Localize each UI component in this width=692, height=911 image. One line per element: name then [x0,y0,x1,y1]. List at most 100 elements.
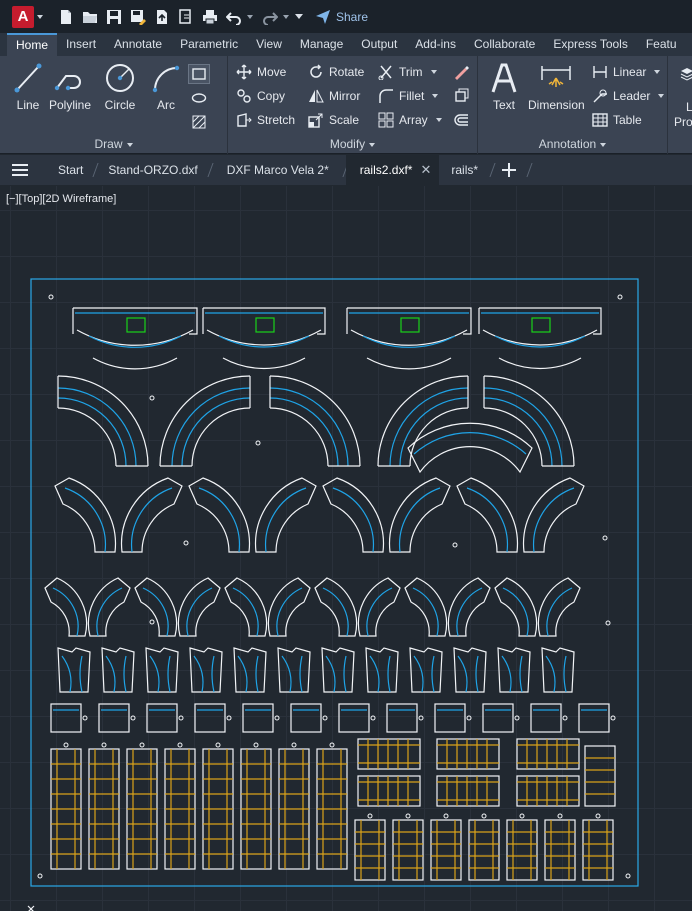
peg-marker[interactable] [610,715,616,721]
rail-line[interactable] [389,387,469,467]
arc-track-piece[interactable] [404,577,448,637]
straight-track-piece[interactable] [584,745,616,807]
rail-line[interactable] [501,655,512,693]
point-marker[interactable] [183,540,189,546]
rail-line[interactable] [398,487,441,553]
rail-line[interactable] [198,487,241,553]
rail-line[interactable] [325,655,336,693]
straight-track-piece[interactable] [436,775,500,807]
rail-line[interactable] [61,655,72,693]
layer-properties-icon[interactable] [676,64,692,84]
tab-express-tools[interactable]: Express Tools [544,33,636,56]
tab-dxf-marco-vela[interactable]: DXF Marco Vela 2* [211,155,345,185]
rail-line[interactable] [269,387,349,467]
array-dropdown-icon[interactable] [435,118,442,122]
peg-marker[interactable] [178,715,184,721]
arc-track-piece[interactable] [57,407,117,467]
peg-marker[interactable] [274,715,280,721]
polyline-button[interactable]: Polyline [44,62,96,112]
straight-track-piece[interactable] [354,819,386,881]
curved-track-piece[interactable] [346,307,472,335]
rail-line[interactable] [502,587,529,637]
point-marker[interactable] [48,294,54,300]
rail-line[interactable] [123,655,127,693]
tab-featured-apps[interactable]: Featu [637,33,686,56]
tab-collaborate[interactable]: Collaborate [465,33,544,56]
arc-track-piece[interactable] [314,577,358,637]
new-tab-plus-icon[interactable] [497,155,521,185]
explode-button[interactable] [450,86,472,106]
tab-rails2[interactable]: rails2.dxf* ✕ [345,155,440,185]
rail-line[interactable] [532,487,575,553]
rail-line[interactable] [343,655,347,693]
peg-marker[interactable] [514,715,520,721]
ellipse-button[interactable] [188,88,210,108]
dimension-button[interactable]: Dimension [528,62,585,112]
scale-button[interactable]: Scale [308,110,359,130]
draw-panel-title[interactable]: Draw [0,136,227,152]
short-track-piece[interactable] [189,647,223,693]
peg-marker[interactable] [226,715,232,721]
redo-dropdown-icon[interactable] [283,14,289,19]
curved-track-piece[interactable] [72,307,198,335]
straight-track-piece[interactable] [98,703,130,733]
arc-track-piece[interactable] [224,577,268,637]
hatch-button[interactable] [188,112,210,132]
offset-button[interactable] [450,110,472,130]
tab-add-ins[interactable]: Add-ins [406,33,465,56]
arc-track-piece[interactable] [322,477,385,553]
arc-track-piece[interactable] [254,477,317,553]
rail-line[interactable] [299,655,303,693]
arc-track-piece[interactable] [120,477,183,553]
peg-marker[interactable] [405,813,411,819]
rail-line[interactable] [186,587,213,637]
rail-line[interactable] [457,655,468,693]
trim-button[interactable]: Trim [378,62,437,82]
peg-marker[interactable] [595,813,601,819]
rail-line[interactable] [546,587,573,637]
chevron-down-icon[interactable] [37,14,43,19]
peg-marker[interactable] [130,715,136,721]
arc-track-piece[interactable] [494,577,538,637]
hamburger-menu-icon[interactable] [0,155,40,185]
point-marker[interactable] [37,873,43,879]
straight-track-piece[interactable] [468,819,500,881]
short-track-piece[interactable] [321,647,355,693]
arc-track-piece[interactable] [522,477,585,553]
tab-manage[interactable]: Manage [291,33,352,56]
peg-marker[interactable] [329,742,335,748]
text-button[interactable]: Text [478,62,530,112]
arc-track-piece[interactable] [483,407,543,467]
straight-track-piece[interactable] [290,703,322,733]
rail-line[interactable] [563,655,567,693]
rail-line[interactable] [399,397,469,467]
arc-track-piece[interactable] [177,577,221,637]
peg-marker[interactable] [557,813,563,819]
peg-marker[interactable] [481,813,487,819]
straight-track-piece[interactable] [436,738,500,770]
straight-track-piece[interactable] [357,738,421,770]
rail-line[interactable] [269,397,339,467]
straight-track-piece[interactable] [430,819,462,881]
save-as-icon[interactable] [127,6,148,27]
arc-track-piece[interactable] [134,577,178,637]
application-menu-button[interactable]: A [12,5,34,28]
arc-button[interactable]: Arc [140,62,192,112]
rail-line[interactable] [387,655,391,693]
peg-marker[interactable] [139,742,145,748]
rail-line[interactable] [57,397,127,467]
straight-track-piece[interactable] [338,703,370,733]
arc-track-piece[interactable] [537,577,581,637]
array-button[interactable]: Array [378,110,442,130]
straight-track-piece[interactable] [530,703,562,733]
peg-marker[interactable] [291,742,297,748]
arc-track-piece[interactable] [267,577,311,637]
connector-clip[interactable] [400,317,420,333]
arc-track-piece[interactable] [407,422,533,474]
fillet-button[interactable]: Fillet [378,86,439,106]
rail-line[interactable] [105,655,116,693]
undo-icon[interactable] [223,6,244,27]
point-marker[interactable] [605,620,611,626]
short-track-piece[interactable] [145,647,179,693]
peg-marker[interactable] [215,742,221,748]
